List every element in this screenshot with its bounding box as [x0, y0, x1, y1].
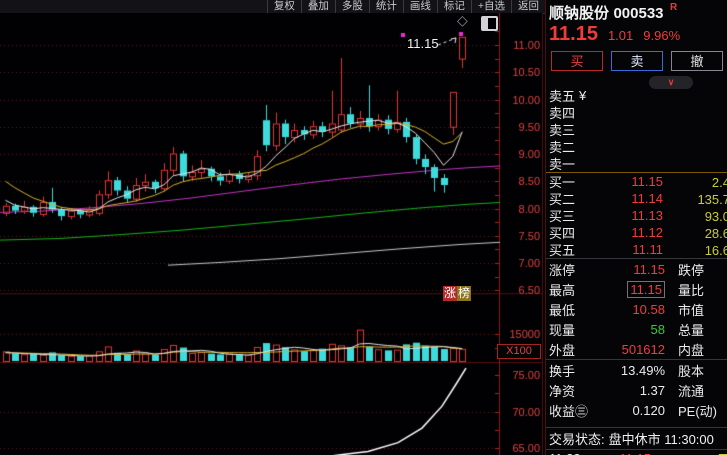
price-change-pct: 9.96%: [643, 28, 681, 43]
kline-chart-canvas[interactable]: [0, 13, 543, 455]
stat-label-2: 跌停: [678, 262, 705, 278]
stat-label-2: 内盘: [678, 342, 705, 358]
tick-price: 11.15: [589, 451, 651, 455]
stat-label: 涨停: [549, 262, 576, 278]
stat-label-2: 总量: [678, 322, 705, 338]
currency-symbol: ¥: [579, 88, 587, 103]
stat-label-2: 量比: [678, 282, 705, 298]
trade-buttons: 买 卖 撤: [546, 49, 727, 74]
stats-section-2: 换手 13.49% 股本净资 1.37 流通收益㊂ 0.120 PE(动): [546, 359, 727, 420]
tick-time: 11:23: [549, 451, 589, 455]
stat-value: 13.49%: [620, 362, 665, 378]
toolbar-item-2[interactable]: 多股: [334, 0, 369, 13]
toolbar-item-0[interactable]: 复权: [266, 0, 301, 13]
sell-level-row[interactable]: 卖四: [546, 104, 727, 121]
split-layout-icon[interactable]: [481, 16, 498, 31]
rank-badge-char-1: 涨: [443, 286, 458, 301]
buy-level-price: 11.11: [632, 242, 663, 257]
toolbar-item-6[interactable]: +自选: [470, 0, 511, 13]
quote-panel: 顺钠股份 000533 R 11.15 1.01 9.96% 买 卖 撤 ∨ 卖…: [545, 0, 727, 455]
toolbar-item-1[interactable]: 叠加: [300, 0, 335, 13]
stat-row: 换手 13.49% 股本: [546, 360, 727, 380]
order-book: 卖五¥卖四卖三卖二卖一买一11.152.4万买二11.14135.7万买三11.…: [546, 87, 727, 258]
buy-button[interactable]: 买: [551, 51, 603, 71]
price-callout-label: 11.15: [407, 36, 439, 51]
buy-level-price: 11.15: [631, 174, 663, 189]
stat-value: 0.120: [632, 402, 665, 418]
buy-level-row[interactable]: 买二11.14135.7万: [546, 190, 727, 207]
last-tick-row[interactable]: 11:23 11.15 0.2万: [546, 450, 727, 455]
last-price: 11.15: [549, 23, 598, 45]
stat-label: 最高: [549, 282, 576, 298]
buy-level-amount: 16.6万: [704, 243, 727, 258]
stat-label: 收益㊂: [549, 403, 589, 419]
stock-code: 000533: [613, 5, 664, 22]
stat-label: 换手: [549, 363, 576, 379]
buy-level-row[interactable]: 买三11.1393.0万: [546, 207, 727, 224]
stat-label-2: 股本: [678, 363, 705, 379]
registered-flag: R: [669, 2, 678, 13]
stat-row: 涨停 11.15 跌停: [546, 259, 727, 279]
rank-badge-char-2: 榜: [457, 286, 472, 301]
toolbar-item-7[interactable]: 返回: [511, 0, 545, 13]
buy-level-row[interactable]: 买四11.1228.6万: [546, 224, 727, 241]
trade-status-label: 交易状态:: [549, 432, 605, 447]
chevron-down-icon[interactable]: ∨: [649, 76, 693, 89]
buy-level-price: 11.14: [631, 191, 663, 206]
buy-level-row[interactable]: 买一11.152.4万: [546, 172, 727, 190]
stat-row: 收益㊂ 0.120 PE(动): [546, 400, 727, 420]
sell-level-row[interactable]: 卖二: [546, 138, 727, 155]
stat-value: 10.58: [632, 301, 665, 317]
stat-label-2: PE(动): [678, 403, 718, 419]
stat-row: 外盘 501612 内盘: [546, 339, 727, 359]
stat-value: 501612: [621, 341, 665, 357]
sell-button[interactable]: 卖: [611, 51, 663, 71]
buy-level-price: 11.12: [631, 225, 663, 240]
stat-row: 净资 1.37 流通: [546, 380, 727, 400]
volume-unit-label: X100: [497, 344, 541, 359]
diamond-marker-icon[interactable]: ◇: [457, 13, 468, 28]
rank-badge[interactable]: 涨 榜: [443, 286, 472, 301]
price-change: 1.01: [607, 28, 634, 43]
tick-amount: 0.2万: [651, 449, 727, 455]
stat-value: 58: [650, 321, 665, 337]
stock-app-window: 复权 叠加 多股 统计 画线 标记 +自选 返回 ◇ 11.15 涨 榜 X100 顺钠股份 …: [0, 0, 727, 455]
stats-section-1: 涨停 11.15 跌停最高 11.15 量比最低 10.58 市值现量 58 总量外盘 50161…: [546, 258, 727, 359]
stat-row: 最低 10.58 市值: [546, 299, 727, 319]
trade-status-value: 盘中休市 11:30:00: [608, 432, 714, 447]
toolbar-item-4[interactable]: 画线: [402, 0, 437, 13]
sell-level-row[interactable]: 卖五 ¥: [546, 87, 727, 104]
sell-level-row[interactable]: 卖三: [546, 121, 727, 138]
stat-label: 最低: [549, 302, 576, 318]
stat-label: 现量: [549, 322, 576, 338]
toolbar-item-3[interactable]: 统计: [368, 0, 403, 13]
price-row: 11.15 1.01 9.96%: [546, 23, 727, 49]
cancel-order-button[interactable]: 撤: [671, 51, 723, 71]
stat-value: 11.15: [593, 280, 665, 298]
stat-label-2: 市值: [678, 302, 705, 318]
stat-value: 11.15: [633, 261, 665, 277]
stat-label: 净资: [549, 383, 576, 399]
stock-name: 顺钠股份: [549, 5, 610, 22]
stock-header: 顺钠股份 000533 R: [546, 0, 727, 23]
buy-level-row[interactable]: 买五 11.11 16.6万: [546, 241, 727, 258]
stat-row: 现量 58 总量: [546, 319, 727, 339]
buy-level-price: 11.13: [631, 208, 663, 223]
trade-status-row: 交易状态: 盘中休市 11:30:00: [546, 427, 727, 450]
sell-level-label: 卖一: [549, 157, 576, 172]
sell-level-row[interactable]: 卖一: [546, 155, 727, 172]
buy-level-label: 买五: [549, 243, 576, 258]
stat-label: 外盘: [549, 342, 576, 358]
stat-row: 最高 11.15 量比: [546, 279, 727, 299]
stat-value: 1.37: [639, 382, 665, 398]
stat-label-2: 流通: [678, 383, 705, 399]
